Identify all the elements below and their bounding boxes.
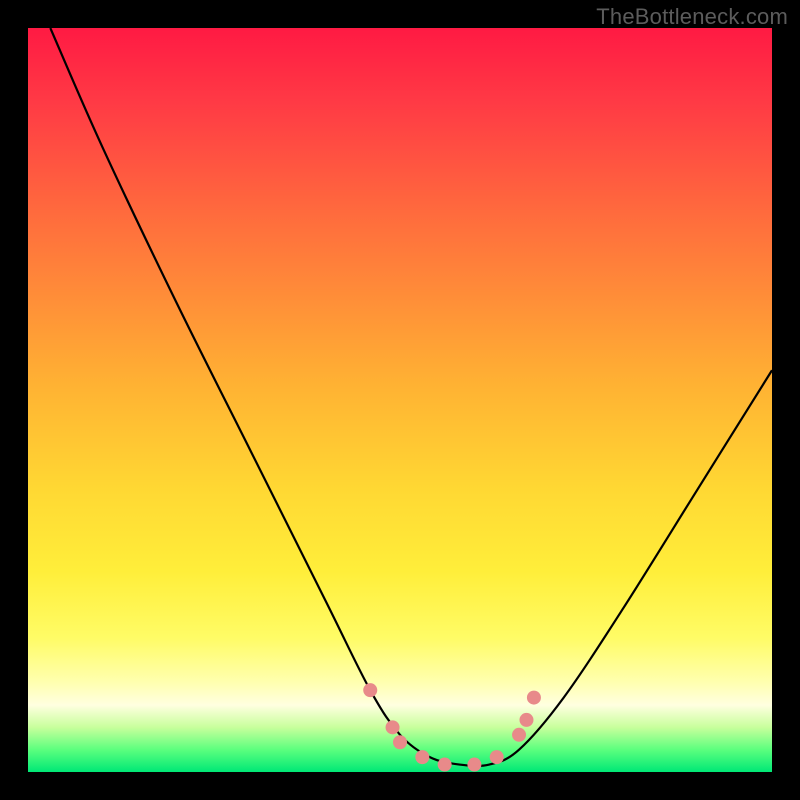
marker-dot — [438, 758, 452, 772]
marker-dot — [519, 713, 533, 727]
marker-dot — [415, 750, 429, 764]
bottleneck-curve — [50, 28, 772, 766]
marker-dot — [363, 683, 377, 697]
marker-dot — [490, 750, 504, 764]
marker-dot — [527, 691, 541, 705]
curve-svg — [28, 28, 772, 772]
marker-dot — [386, 720, 400, 734]
marker-dot — [393, 735, 407, 749]
watermark-text: TheBottleneck.com — [596, 4, 788, 30]
marker-dot — [512, 728, 526, 742]
chart-frame: TheBottleneck.com — [0, 0, 800, 800]
marker-dot — [467, 758, 481, 772]
lowpoint-markers — [363, 683, 541, 771]
plot-area — [28, 28, 772, 772]
